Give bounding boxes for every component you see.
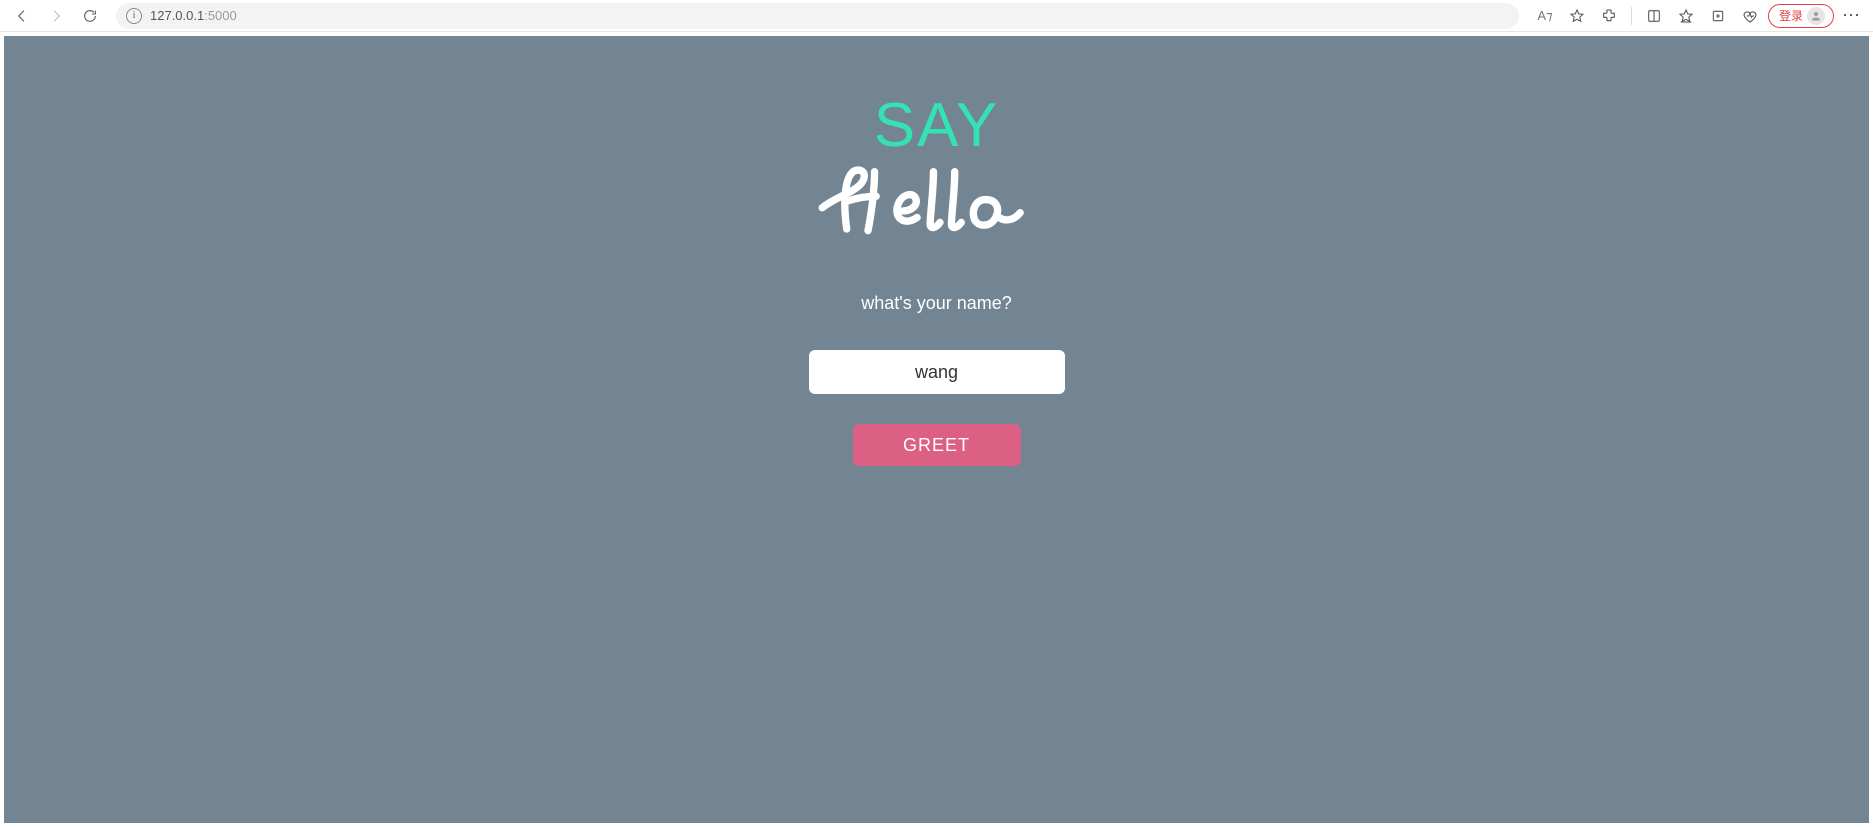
url-host: 127.0.0.1 (150, 8, 204, 23)
address-bar[interactable]: i 127.0.0.1:5000 (116, 3, 1519, 29)
url-text: 127.0.0.1:5000 (150, 8, 237, 23)
page-body: SAY (4, 36, 1869, 823)
login-button[interactable]: 登录 (1768, 4, 1834, 28)
site-info-icon[interactable]: i (126, 8, 142, 24)
back-button[interactable] (8, 2, 36, 30)
extensions-button[interactable] (1595, 2, 1623, 30)
title-hello (814, 157, 1059, 247)
read-aloud-button[interactable]: A⁊ (1531, 2, 1559, 30)
greet-button[interactable]: GREET (853, 424, 1021, 466)
reload-button[interactable] (76, 2, 104, 30)
favorites-list-button[interactable] (1672, 2, 1700, 30)
toolbar-separator (1631, 7, 1632, 25)
favorite-button[interactable] (1563, 2, 1591, 30)
name-input[interactable] (809, 350, 1065, 394)
avatar-icon (1807, 7, 1825, 25)
url-port: :5000 (204, 8, 237, 23)
collections-button[interactable] (1704, 2, 1732, 30)
title-say: SAY (874, 90, 999, 161)
chrome-right-toolbar: A⁊ 登录 ⋯ (1531, 2, 1865, 30)
prompt-text: what's your name? (861, 293, 1012, 314)
split-screen-button[interactable] (1640, 2, 1668, 30)
forward-button (42, 2, 70, 30)
more-menu-button[interactable]: ⋯ (1838, 5, 1865, 26)
login-label: 登录 (1779, 7, 1803, 24)
read-aloud-icon: A⁊ (1537, 8, 1552, 24)
viewport: SAY (0, 32, 1873, 827)
browser-chrome: i 127.0.0.1:5000 A⁊ 登录 (0, 0, 1873, 32)
performance-button[interactable] (1736, 2, 1764, 30)
